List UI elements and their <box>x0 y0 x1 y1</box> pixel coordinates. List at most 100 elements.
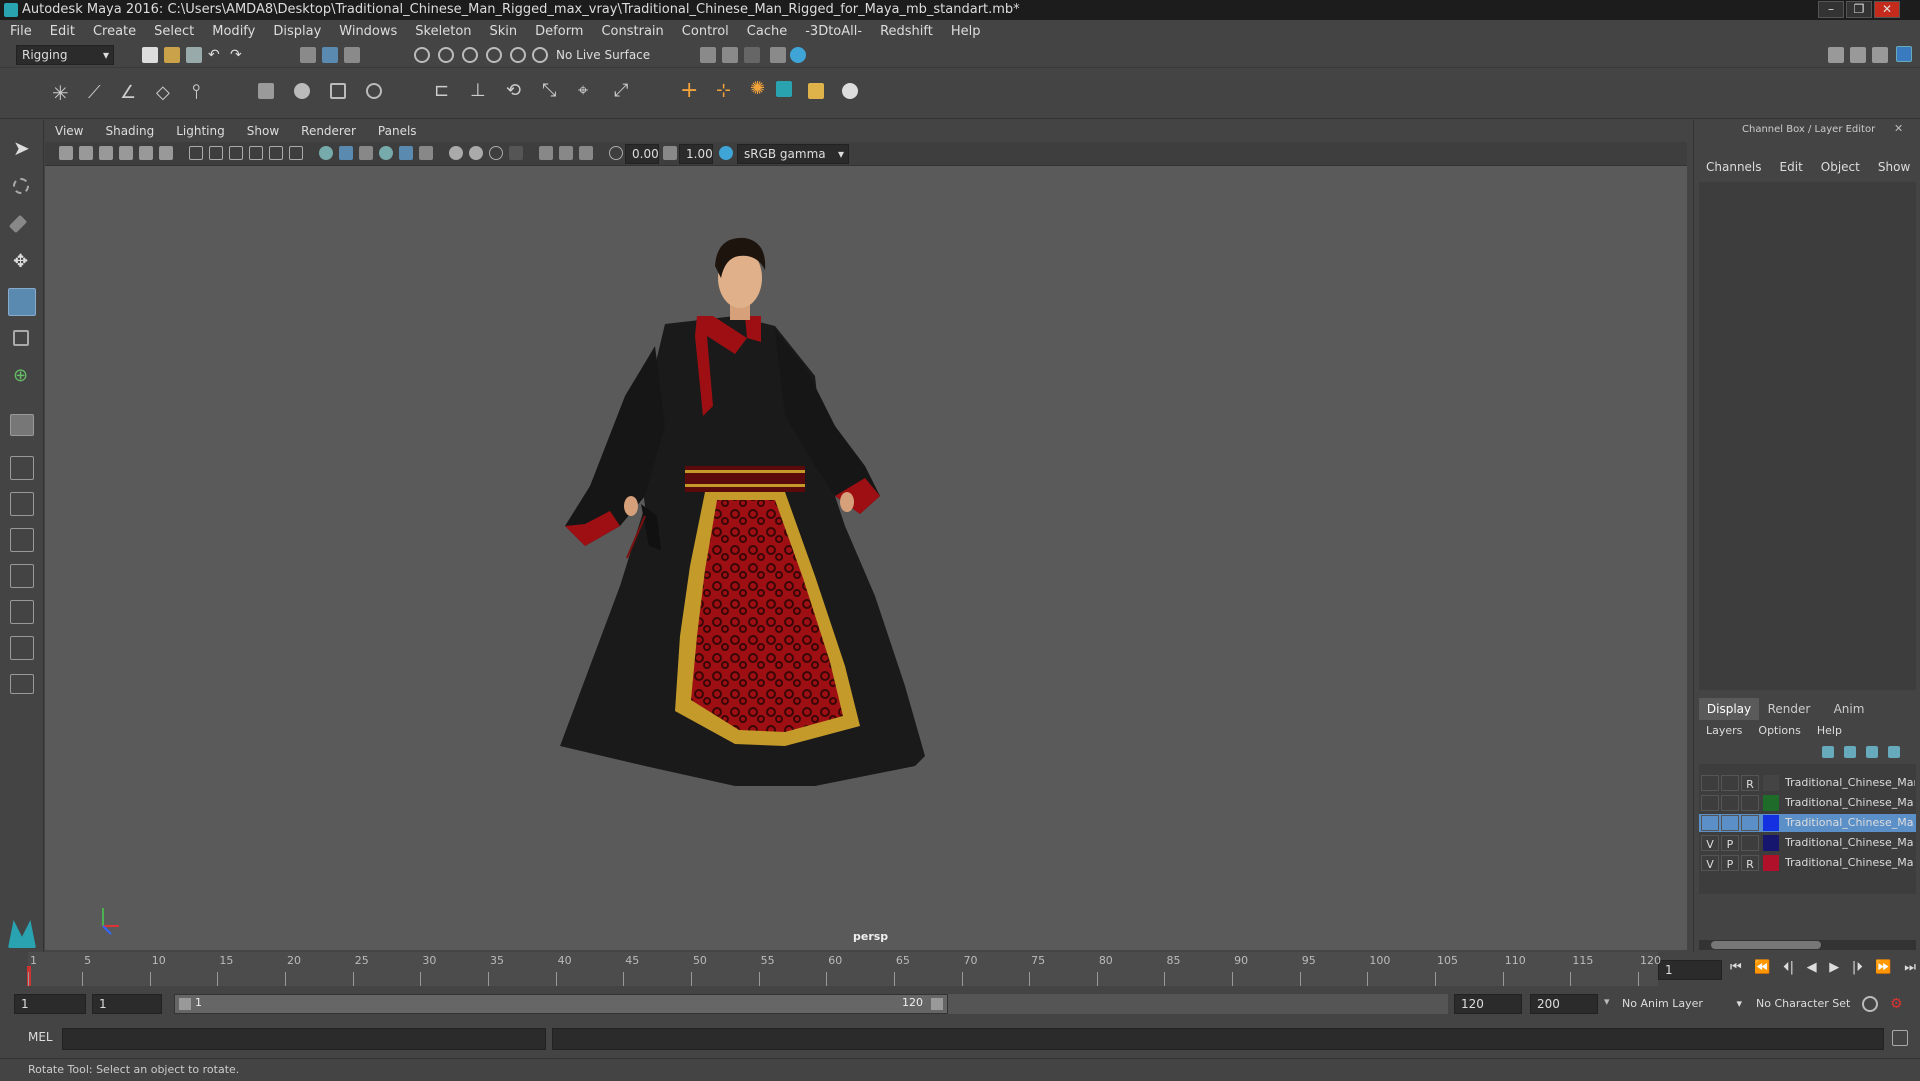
layer-display-type-toggle[interactable] <box>1741 795 1759 811</box>
depth-of-field-icon[interactable] <box>509 146 523 160</box>
tab-render[interactable]: Render <box>1759 698 1819 720</box>
universal-manip-icon[interactable]: ⊕ <box>13 367 29 385</box>
layer-playback-toggle[interactable]: P <box>1721 855 1739 871</box>
character-set-label[interactable]: No Character Set <box>1756 994 1850 1014</box>
new-empty-layer-icon[interactable] <box>1866 746 1878 758</box>
range-end-handle[interactable] <box>931 998 943 1010</box>
current-frame-field[interactable]: 1 <box>1658 960 1722 980</box>
layer-row[interactable]: V P Traditional_Chinese_Ma <box>1699 834 1916 852</box>
last-tool-icon[interactable] <box>10 414 34 436</box>
lasso-tool-icon[interactable] <box>13 178 29 194</box>
smooth-bind-icon[interactable] <box>294 83 310 99</box>
layer-playback-toggle[interactable] <box>1721 795 1739 811</box>
tool-settings-icon[interactable] <box>1872 47 1888 63</box>
play-backwards-button[interactable]: ◀ <box>1807 960 1817 980</box>
edit-menu[interactable]: Edit <box>1780 160 1803 180</box>
persp-graph-layout-icon[interactable] <box>10 564 34 588</box>
show-menu[interactable]: Show <box>1878 160 1910 180</box>
menu-help[interactable]: Help <box>951 24 981 39</box>
layer-color-swatch[interactable] <box>1763 775 1779 791</box>
menu-3dtoall[interactable]: -3DtoAll- <box>805 24 862 39</box>
modeling-toolkit-icon[interactable] <box>1828 47 1844 63</box>
layer-color-swatch[interactable] <box>1763 835 1779 851</box>
hypershade-layout-icon[interactable] <box>10 600 34 624</box>
scrollbar-thumb[interactable] <box>1711 941 1821 949</box>
layer-name[interactable]: Traditional_Chinese_Ma <box>1785 794 1915 812</box>
layers-menu[interactable]: Layers <box>1706 724 1742 742</box>
menu-set-dropdown[interactable]: Rigging ▾ <box>16 45 114 65</box>
auto-key-icon[interactable] <box>1862 996 1878 1012</box>
menu-redshift[interactable]: Redshift <box>880 24 933 39</box>
humanik-icon[interactable] <box>776 81 792 97</box>
tab-display[interactable]: Display <box>1699 698 1759 720</box>
move-layer-up-icon[interactable] <box>1822 746 1834 758</box>
panel-menu-lighting[interactable]: Lighting <box>176 124 225 138</box>
panel-menu-panels[interactable]: Panels <box>378 124 417 138</box>
range-slider[interactable]: 1 120 <box>174 994 948 1014</box>
parent-constraint-icon[interactable]: ⊏ <box>434 82 450 100</box>
panel-menu-shading[interactable]: Shading <box>105 124 154 138</box>
layer-visibility-toggle[interactable]: V <box>1701 835 1719 851</box>
layer-playback-toggle[interactable]: P <box>1721 835 1739 851</box>
save-scene-icon[interactable] <box>186 47 202 63</box>
animation-start-field[interactable]: 1 <box>14 994 86 1014</box>
layer-display-type-toggle[interactable]: R <box>1741 775 1759 791</box>
ipr-render-icon[interactable] <box>722 47 738 63</box>
camera-attributes-icon[interactable] <box>79 146 93 160</box>
cluster-icon[interactable] <box>366 83 382 99</box>
gamma-field[interactable]: 1.00 <box>679 144 713 164</box>
motion-blur-icon[interactable] <box>469 146 483 160</box>
pole-vector-icon[interactable]: ⤢ <box>614 82 630 100</box>
scale-constraint-icon[interactable]: ⤡ <box>542 82 558 100</box>
ik-handle-icon[interactable]: ⟋ <box>88 84 104 102</box>
four-pane-layout-icon[interactable] <box>10 492 34 516</box>
layer-visibility-toggle[interactable] <box>1701 775 1719 791</box>
rotate-tool-icon[interactable] <box>8 288 36 316</box>
safe-action-icon[interactable] <box>289 146 303 160</box>
viewport-persp[interactable]: persp <box>45 166 1687 950</box>
exposure-icon[interactable] <box>609 146 623 160</box>
layer-visibility-toggle[interactable]: V <box>1701 855 1719 871</box>
menu-cache[interactable]: Cache <box>747 24 787 39</box>
menu-display[interactable]: Display <box>273 24 321 39</box>
step-forward-frame-button[interactable]: |⏵ <box>1852 960 1863 980</box>
hypershade-icon[interactable] <box>770 47 786 63</box>
use-all-lights-icon[interactable] <box>399 146 413 160</box>
object-menu[interactable]: Object <box>1821 160 1860 180</box>
menu-windows[interactable]: Windows <box>339 24 397 39</box>
grease-pencil-icon[interactable] <box>159 146 173 160</box>
channel-box-area[interactable] <box>1699 182 1916 690</box>
gate-mask-icon[interactable] <box>249 146 263 160</box>
open-scene-icon[interactable] <box>164 47 180 63</box>
smooth-shade-icon[interactable] <box>339 146 353 160</box>
lattice-icon[interactable] <box>330 83 346 99</box>
menu-control[interactable]: Control <box>682 24 729 39</box>
color-management-icon[interactable] <box>719 146 733 160</box>
select-tool-icon[interactable]: ➤ <box>13 138 30 158</box>
layer-row[interactable]: Traditional_Chinese_Ma <box>1699 814 1916 832</box>
play-forwards-button[interactable]: ▶ <box>1829 960 1839 980</box>
xray-joints-icon[interactable] <box>579 146 593 160</box>
film-gate-icon[interactable] <box>209 146 223 160</box>
range-start-handle[interactable] <box>179 998 191 1010</box>
locator-icon[interactable]: + <box>680 80 698 102</box>
wireframe-on-shaded-icon[interactable] <box>359 146 373 160</box>
layer-name[interactable]: Traditional_Chinese_Ma <box>1785 834 1915 852</box>
menu-modify[interactable]: Modify <box>212 24 255 39</box>
redo-icon[interactable]: ↷ <box>230 47 246 63</box>
mirror-joint-icon[interactable]: ⫯ <box>192 81 208 101</box>
resolution-gate-icon[interactable] <box>229 146 243 160</box>
layer-playback-toggle[interactable] <box>1721 815 1739 831</box>
bookmarks-icon[interactable] <box>99 146 113 160</box>
layer-row[interactable]: V P R Traditional_Chinese_Ma <box>1699 854 1916 872</box>
render-frame-icon[interactable] <box>700 47 716 63</box>
menu-constrain[interactable]: Constrain <box>601 24 663 39</box>
custom-layout-icon[interactable] <box>10 674 34 694</box>
scale-tool-icon[interactable] <box>13 330 29 346</box>
anti-aliasing-icon[interactable] <box>489 146 503 160</box>
maximize-button[interactable]: ❐ <box>1846 1 1872 18</box>
layer-color-swatch[interactable] <box>1763 795 1779 811</box>
panel-menu-renderer[interactable]: Renderer <box>301 124 356 138</box>
textured-icon[interactable] <box>379 146 393 160</box>
snap-point-icon[interactable] <box>462 47 478 63</box>
